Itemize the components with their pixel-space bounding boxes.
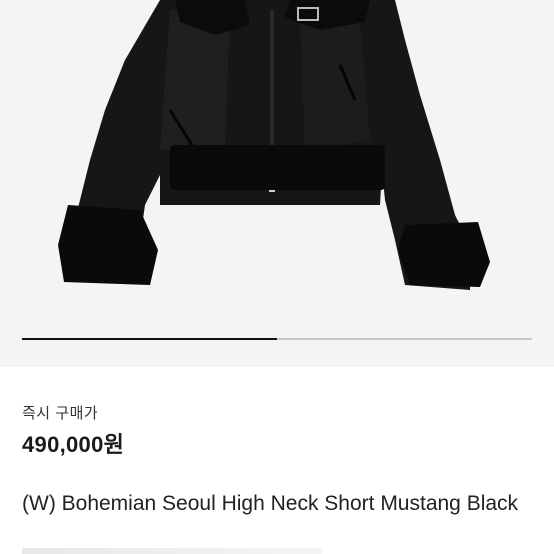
jacket-image xyxy=(58,0,490,290)
product-title: (W) Bohemian Seoul High Neck Short Musta… xyxy=(22,492,519,515)
instant-buy-price-label: 즉시 구매가 xyxy=(22,405,99,422)
next-line-cutoff xyxy=(22,548,322,554)
image-progress-fill xyxy=(22,338,277,340)
image-progress-bar xyxy=(22,338,532,340)
product-image[interactable] xyxy=(0,0,554,367)
instant-buy-price: 490,000원 xyxy=(22,432,125,457)
product-info xyxy=(0,367,554,554)
